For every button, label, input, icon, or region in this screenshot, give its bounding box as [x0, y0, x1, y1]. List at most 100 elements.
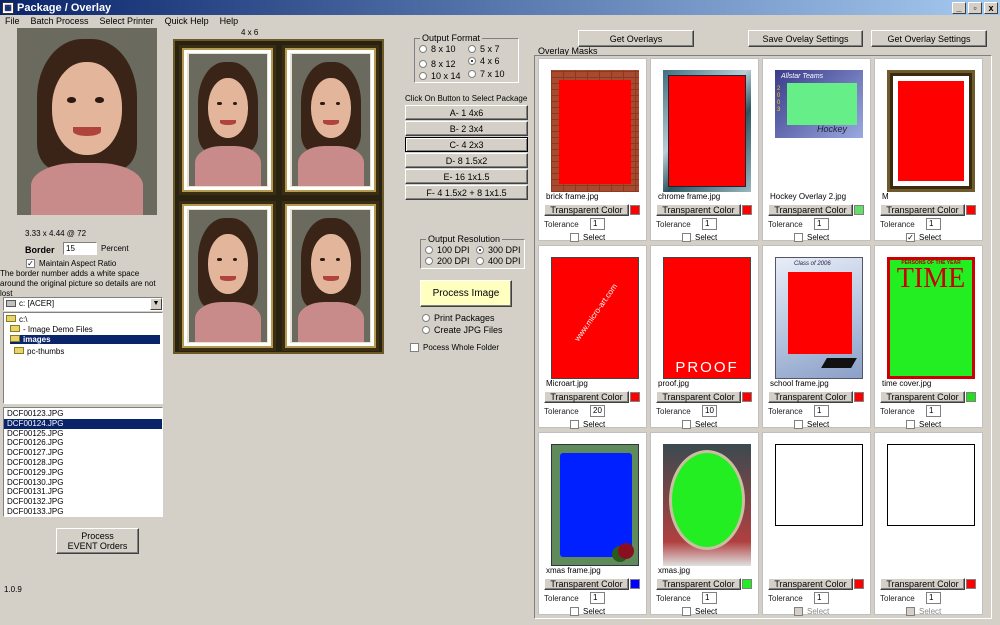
transparent-color-button[interactable]: Transparent Color	[544, 391, 629, 403]
transparent-color-button[interactable]: Transparent Color	[768, 578, 853, 590]
transparent-color-swatch[interactable]	[966, 579, 976, 589]
create-jpg-option[interactable]: Create JPG Files	[422, 325, 503, 335]
process-folder-checkbox[interactable]	[410, 343, 419, 353]
tolerance-input[interactable]: 1	[702, 592, 717, 604]
dpi-400[interactable]: 400 DPI	[476, 256, 521, 266]
format-8x12[interactable]: 8 x 12	[419, 59, 456, 69]
tolerance-input[interactable]: 1	[926, 592, 941, 604]
menu-select-printer[interactable]: Select Printer	[95, 15, 160, 28]
file-item[interactable]: DCF00131.JPG	[4, 487, 162, 497]
transparent-color-swatch[interactable]	[742, 392, 752, 402]
transparent-color-button[interactable]: Transparent Color	[880, 578, 965, 590]
get-overlay-settings-button[interactable]: Get Overlay Settings	[871, 30, 987, 47]
overlay-cell-xmas-frame[interactable]: xmas frame.jpg Transparent Color Toleran…	[538, 432, 647, 617]
select-checkbox[interactable]	[570, 420, 579, 430]
transparent-color-button[interactable]: Transparent Color	[880, 204, 965, 216]
tolerance-input[interactable]: 1	[590, 592, 605, 604]
overlay-cell-school-frame[interactable]: Class of 2006 school frame.jpg Transpare…	[762, 245, 871, 430]
format-7x10[interactable]: 7 x 10	[468, 69, 505, 79]
select-checkbox[interactable]: ✓	[906, 233, 915, 243]
transparent-color-swatch[interactable]	[630, 579, 640, 589]
drive-select[interactable]: c: [ACER] ▼	[3, 297, 163, 311]
border-input[interactable]: 15	[63, 242, 97, 255]
package-c-button[interactable]: C- 4 2x3	[405, 137, 528, 152]
overlay-cell-hockey-overlay[interactable]: Allstar Teams 2003 Hockey Hockey Overlay…	[762, 58, 871, 243]
file-item[interactable]: DCF00126.JPG	[4, 438, 162, 448]
select-row[interactable]: Select	[570, 420, 605, 430]
folder-item[interactable]: pc-thumbs	[14, 347, 64, 356]
transparent-color-button[interactable]: Transparent Color	[656, 578, 741, 590]
select-checkbox[interactable]	[682, 607, 691, 617]
process-folder-row[interactable]: Pocess Whole Folder	[410, 343, 499, 353]
file-item[interactable]: DCF00132.JPG	[4, 497, 162, 507]
folder-item-selected[interactable]: images	[10, 335, 160, 344]
chevron-down-icon[interactable]: ▼	[150, 298, 162, 310]
transparent-color-button[interactable]: Transparent Color	[656, 204, 741, 216]
package-a-button[interactable]: A- 1 4x6	[405, 105, 528, 120]
select-row[interactable]: Select	[794, 233, 829, 243]
select-checkbox[interactable]	[682, 420, 691, 430]
process-image-button[interactable]: Process Image	[420, 280, 512, 307]
tolerance-input[interactable]: 1	[702, 218, 717, 230]
transparent-color-swatch[interactable]	[854, 392, 864, 402]
select-checkbox[interactable]	[570, 233, 579, 243]
select-row[interactable]: Select	[570, 233, 605, 243]
package-b-button[interactable]: B- 2 3x4	[405, 121, 528, 136]
overlay-cell-microart[interactable]: www.micro-art.com Microart.jpg Transpare…	[538, 245, 647, 430]
transparent-color-swatch[interactable]	[630, 205, 640, 215]
file-item[interactable]: DCF00127.JPG	[4, 448, 162, 458]
overlay-cell-xmas[interactable]: xmas.jpg Transparent Color Tolerance 1 S…	[650, 432, 759, 617]
overlay-cell-m-frame[interactable]: M Transparent Color Tolerance 1 ✓ Select	[874, 58, 983, 243]
select-row[interactable]: ✓ Select	[906, 233, 941, 243]
transparent-color-button[interactable]: Transparent Color	[544, 204, 629, 216]
tolerance-input[interactable]: 1	[814, 592, 829, 604]
transparent-color-swatch[interactable]	[630, 392, 640, 402]
folder-item[interactable]: - Image Demo Files	[10, 325, 93, 334]
select-row[interactable]: Select	[682, 233, 717, 243]
overlay-cell-empty[interactable]: Transparent Color Tolerance 1 Select	[762, 432, 871, 617]
process-event-orders-button[interactable]: Process EVENT Orders	[56, 528, 139, 554]
maintain-aspect-checkbox[interactable]: ✓	[26, 259, 35, 269]
file-item[interactable]: DCF00125.JPG	[4, 429, 162, 439]
select-checkbox[interactable]	[682, 233, 691, 243]
overlay-cell-chrome-frame[interactable]: chrome frame.jpg Transparent Color Toler…	[650, 58, 759, 243]
menu-batch-process[interactable]: Batch Process	[26, 15, 95, 28]
select-row[interactable]: Select	[570, 607, 605, 617]
menu-quick-help[interactable]: Quick Help	[160, 15, 215, 28]
folder-item[interactable]: c:\	[6, 315, 27, 324]
menu-file[interactable]: File	[0, 15, 26, 28]
transparent-color-button[interactable]: Transparent Color	[768, 204, 853, 216]
transparent-color-swatch[interactable]	[742, 579, 752, 589]
select-row[interactable]: Select	[682, 607, 717, 617]
file-item[interactable]: DCF00128.JPG	[4, 458, 162, 468]
format-10x14[interactable]: 10 x 14	[419, 71, 461, 81]
dpi-300[interactable]: 300 DPI	[476, 245, 521, 255]
overlay-cell-brick-frame[interactable]: brick frame.jpg Transparent Color Tolera…	[538, 58, 647, 243]
package-e-button[interactable]: E- 16 1x1.5	[405, 169, 528, 184]
select-row[interactable]: Select	[682, 420, 717, 430]
format-4x6[interactable]: 4 x 6	[468, 56, 500, 66]
file-item[interactable]: DCF00133.JPG	[4, 507, 162, 517]
select-checkbox[interactable]	[906, 420, 915, 430]
maintain-aspect-row[interactable]: ✓ Maintain Aspect Ratio	[26, 259, 116, 269]
minimize-button[interactable]: _	[952, 1, 966, 14]
select-row[interactable]: Select	[906, 420, 941, 430]
tolerance-input[interactable]: 10	[702, 405, 717, 417]
package-d-button[interactable]: D- 8 1.5x2	[405, 153, 528, 168]
file-item[interactable]: DCF00130.JPG	[4, 478, 162, 488]
format-8x10[interactable]: 8 x 10	[419, 44, 456, 54]
dpi-200[interactable]: 200 DPI	[425, 256, 470, 266]
select-checkbox[interactable]	[794, 233, 803, 243]
close-button[interactable]: x	[984, 1, 998, 14]
transparent-color-button[interactable]: Transparent Color	[544, 578, 629, 590]
tolerance-input[interactable]: 1	[590, 218, 605, 230]
dpi-100[interactable]: 100 DPI	[425, 245, 470, 255]
get-overlays-button[interactable]: Get Overlays	[578, 30, 694, 47]
file-item[interactable]: DCF00123.JPG	[4, 409, 162, 419]
overlay-cell-proof[interactable]: PROOF proof.jpg Transparent Color Tolera…	[650, 245, 759, 430]
transparent-color-swatch[interactable]	[854, 579, 864, 589]
print-packages-option[interactable]: Print Packages	[422, 313, 495, 323]
tolerance-input[interactable]: 1	[814, 405, 829, 417]
tolerance-input[interactable]: 1	[926, 405, 941, 417]
file-item[interactable]: DCF00129.JPG	[4, 468, 162, 478]
